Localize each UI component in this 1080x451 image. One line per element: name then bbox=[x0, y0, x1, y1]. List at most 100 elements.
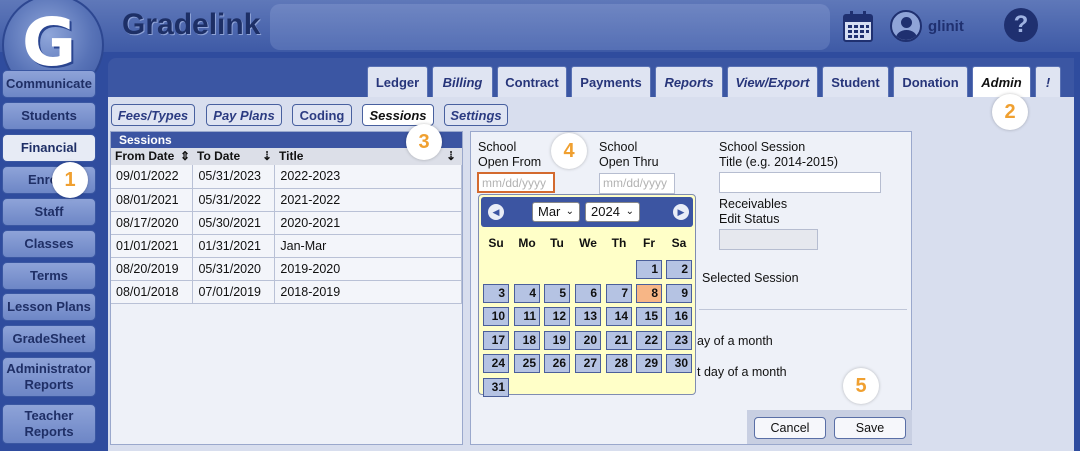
weekday-label: Mo bbox=[518, 236, 536, 250]
datepicker: ◀ Mar ⌄ 2024 ⌄ ▶ Su Mo Tu We Th Fr Sa 1234567891… bbox=[478, 194, 696, 397]
subtab-pay-plans[interactable]: Pay Plans bbox=[206, 104, 282, 126]
sort-icon: ⇣ bbox=[261, 149, 272, 163]
sidebar-item-classes[interactable]: Classes bbox=[2, 230, 96, 258]
calendar-day[interactable]: 18 bbox=[514, 330, 540, 350]
calendar-day[interactable]: 2 bbox=[666, 260, 692, 279]
session-title-input[interactable] bbox=[719, 172, 881, 193]
sidebar-item-students[interactable]: Students bbox=[2, 102, 96, 130]
calendar-day[interactable]: 12 bbox=[544, 307, 570, 326]
cell-from-date: 08/17/2020 bbox=[111, 211, 194, 235]
cell-to-date: 05/31/2023 bbox=[192, 165, 276, 189]
table-row[interactable]: 01/01/2021 01/31/2021 Jan-Mar bbox=[111, 234, 462, 258]
tab-contract[interactable]: Contract bbox=[497, 66, 567, 97]
cell-title: 2019-2020 bbox=[274, 257, 462, 281]
calendar-day[interactable]: 14 bbox=[606, 307, 632, 326]
calendar-day[interactable]: 4 bbox=[514, 283, 540, 303]
calendar-day[interactable]: 16 bbox=[666, 307, 692, 326]
receivables-status-input[interactable] bbox=[719, 229, 818, 250]
cell-from-date: 08/20/2019 bbox=[111, 257, 194, 281]
calendar-day[interactable]: 28 bbox=[606, 354, 632, 373]
table-row[interactable]: 08/01/2021 05/31/2022 2021-2022 bbox=[111, 188, 462, 212]
brand-name: Gradelink bbox=[122, 8, 261, 41]
calendar-day[interactable]: 19 bbox=[544, 330, 570, 350]
cancel-button[interactable]: Cancel bbox=[754, 417, 826, 439]
cell-title: Jan-Mar bbox=[274, 234, 462, 258]
col-to-date[interactable]: To Date ⇣ bbox=[193, 148, 275, 165]
sort-icon: ⇕ bbox=[179, 149, 190, 163]
tab-billing[interactable]: Billing bbox=[432, 66, 493, 97]
weekday-label: Su bbox=[488, 236, 504, 250]
step-marker-3: 3 bbox=[406, 124, 442, 160]
tab-ledger[interactable]: Ledger bbox=[367, 66, 428, 97]
calendar-day[interactable]: 10 bbox=[483, 307, 509, 326]
prev-month-icon[interactable]: ◀ bbox=[488, 204, 504, 220]
sidebar-item-administrator-reports[interactable]: Administrator Reports bbox=[2, 357, 96, 397]
sidebar-item-financial[interactable]: Financial bbox=[2, 134, 96, 162]
save-button[interactable]: Save bbox=[834, 417, 906, 439]
calendar-day[interactable]: 26 bbox=[544, 354, 570, 373]
open-from-input[interactable]: mm/dd/yyyy bbox=[477, 172, 555, 193]
sidebar-item-communicate[interactable]: Communicate bbox=[2, 70, 96, 98]
calendar-day[interactable]: 1 bbox=[636, 260, 662, 279]
calendar-icon[interactable] bbox=[843, 10, 873, 42]
calendar-day[interactable]: 22 bbox=[636, 330, 662, 350]
tab-reports[interactable]: Reports bbox=[655, 66, 723, 97]
year-select[interactable]: 2024 ⌄ bbox=[585, 202, 640, 222]
sidebar-item-teacher-reports[interactable]: Teacher Reports bbox=[2, 404, 96, 444]
tab-alert[interactable]: ! bbox=[1035, 66, 1061, 97]
cell-title: 2022-2023 bbox=[274, 165, 462, 189]
tab-payments[interactable]: Payments bbox=[571, 66, 651, 97]
col-from-date[interactable]: From Date ⇕ bbox=[111, 148, 193, 165]
calendar-day[interactable]: 5 bbox=[544, 283, 570, 303]
sidebar-item-staff[interactable]: Staff bbox=[2, 198, 96, 226]
month-select[interactable]: Mar ⌄ bbox=[532, 202, 580, 222]
calendar-day[interactable]: 17 bbox=[483, 330, 509, 350]
calendar-day[interactable]: 23 bbox=[666, 330, 692, 350]
sidebar-item-gradesheet[interactable]: GradeSheet bbox=[2, 325, 96, 353]
calendar-day[interactable]: 30 bbox=[666, 354, 692, 373]
calendar-day[interactable]: 15 bbox=[636, 307, 662, 326]
sidebar-item-terms[interactable]: Terms bbox=[2, 262, 96, 290]
tab-donation[interactable]: Donation bbox=[893, 66, 968, 97]
sessions-panel: Sessions From Date ⇕ To Date ⇣ Title ⇣ 0… bbox=[110, 131, 463, 445]
table-row[interactable]: 09/01/2022 05/31/2023 2022-2023 bbox=[111, 165, 462, 189]
cell-title: 2021-2022 bbox=[274, 188, 462, 212]
weekday-label: Tu bbox=[550, 236, 564, 250]
subtab-fees-types[interactable]: Fees/Types bbox=[111, 104, 195, 126]
calendar-day[interactable]: 20 bbox=[575, 330, 601, 350]
calendar-day[interactable]: 13 bbox=[575, 307, 601, 326]
step-marker-4: 4 bbox=[551, 133, 587, 169]
calendar-day[interactable]: 6 bbox=[575, 283, 601, 303]
calendar-day[interactable]: 24 bbox=[483, 354, 509, 373]
calendar-day[interactable]: 27 bbox=[575, 354, 601, 373]
sidebar-item-lesson-plans[interactable]: Lesson Plans bbox=[2, 293, 96, 321]
help-icon[interactable]: ? bbox=[1004, 8, 1038, 42]
calendar-day[interactable]: 7 bbox=[606, 283, 632, 303]
calendar-day[interactable]: 8 bbox=[636, 283, 662, 303]
calendar-day[interactable]: 25 bbox=[514, 354, 540, 373]
tab-admin[interactable]: Admin bbox=[972, 66, 1031, 98]
cell-to-date: 05/31/2020 bbox=[192, 257, 276, 281]
open-from-label: School Open From bbox=[478, 140, 542, 169]
user-menu[interactable]: glinit bbox=[890, 8, 964, 44]
calendar-day[interactable]: 11 bbox=[514, 307, 540, 326]
calendar-day[interactable]: 31 bbox=[483, 377, 509, 397]
cell-to-date: 01/31/2021 bbox=[192, 234, 276, 258]
calendar-day[interactable]: 9 bbox=[666, 283, 692, 303]
cell-to-date: 05/30/2021 bbox=[192, 211, 276, 235]
subtab-sessions[interactable]: Sessions bbox=[362, 104, 434, 126]
subtab-coding[interactable]: Coding bbox=[292, 104, 352, 126]
open-thru-input[interactable]: mm/dd/yyyy bbox=[599, 173, 675, 194]
tab-view-export[interactable]: View/Export bbox=[727, 66, 818, 97]
subtab-settings[interactable]: Settings bbox=[444, 104, 508, 126]
cell-title: 2018-2019 bbox=[274, 280, 462, 304]
table-row[interactable]: 08/20/2019 05/31/2020 2019-2020 bbox=[111, 257, 462, 281]
table-row[interactable]: 08/17/2020 05/30/2021 2020-2021 bbox=[111, 211, 462, 235]
sessions-table: 09/01/2022 05/31/2023 2022-2023 08/01/2021 0… bbox=[111, 165, 462, 304]
calendar-day[interactable]: 3 bbox=[483, 283, 509, 303]
next-month-icon[interactable]: ▶ bbox=[673, 204, 689, 220]
calendar-day[interactable]: 29 bbox=[636, 354, 662, 373]
tab-student[interactable]: Student bbox=[822, 66, 889, 97]
table-row[interactable]: 08/01/2018 07/01/2019 2018-2019 bbox=[111, 280, 462, 304]
calendar-day[interactable]: 21 bbox=[606, 330, 632, 350]
